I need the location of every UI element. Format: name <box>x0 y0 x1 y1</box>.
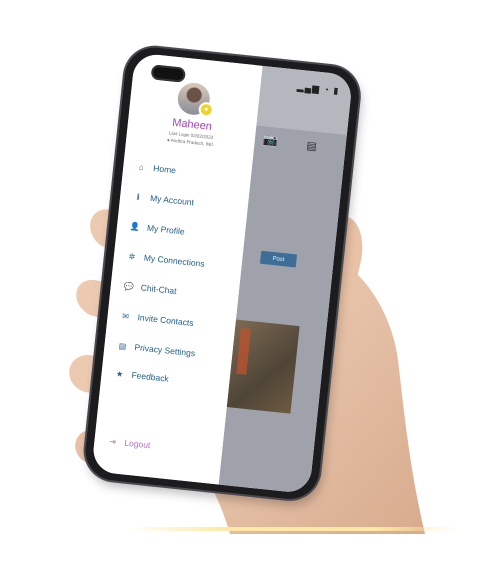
logout-label: Logout <box>123 437 151 451</box>
phone-mockup: 📷 ▤ Post ● Maheen Last Login 02/02/2023 … <box>0 0 485 561</box>
menu-item-my-connections[interactable]: ✲ My Connections <box>125 251 206 269</box>
camera-badge-icon[interactable]: ● <box>200 103 213 116</box>
star-icon: ★ <box>115 368 124 379</box>
menu-item-label: Home <box>152 163 177 176</box>
logout-icon: ⇥ <box>108 436 117 447</box>
menu-item-my-profile[interactable]: 👤 My Profile <box>129 221 186 237</box>
phone-frame: 📷 ▤ Post ● Maheen Last Login 02/02/2023 … <box>82 44 362 502</box>
menu-item-privacy-settings[interactable]: ▤ Privacy Settings <box>116 340 196 359</box>
menu-item-invite-contacts[interactable]: ✉ Invite Contacts <box>119 310 194 328</box>
connections-icon: ✲ <box>128 251 136 262</box>
phone-screen: 📷 ▤ Post ● Maheen Last Login 02/02/2023 … <box>91 52 354 495</box>
info-icon: ℹ <box>136 191 141 202</box>
privacy-icon: ▤ <box>118 340 127 351</box>
post-button[interactable]: Post <box>259 250 298 268</box>
menu-item-label: Invite Contacts <box>137 312 195 329</box>
menu-item-label: My Profile <box>146 222 186 237</box>
menu-item-home[interactable]: ⌂ Home <box>135 161 177 175</box>
camera-icon[interactable]: 📷 <box>262 132 278 147</box>
chat-icon: 💬 <box>123 281 135 292</box>
menu-item-label: Privacy Settings <box>133 342 196 359</box>
menu-item-chit-chat[interactable]: 💬 Chit-Chat <box>122 280 177 296</box>
person-icon: 👤 <box>129 221 141 232</box>
menu-item-label: My Connections <box>143 252 206 269</box>
menu-item-label: My Account <box>149 192 195 208</box>
messages-icon[interactable]: ▤ <box>306 139 318 153</box>
background-app-header <box>256 65 354 136</box>
menu-item-my-account[interactable]: ℹ My Account <box>132 191 195 208</box>
envelope-icon: ✉ <box>121 311 130 321</box>
menu-item-label: Feedback <box>131 369 170 384</box>
menu-item-label: Chit-Chat <box>140 282 178 297</box>
logout-button[interactable]: ⇥ Logout <box>106 436 151 451</box>
home-icon: ⌂ <box>138 162 145 172</box>
menu-item-feedback[interactable]: ★ Feedback <box>113 368 170 384</box>
post-image <box>226 319 300 414</box>
